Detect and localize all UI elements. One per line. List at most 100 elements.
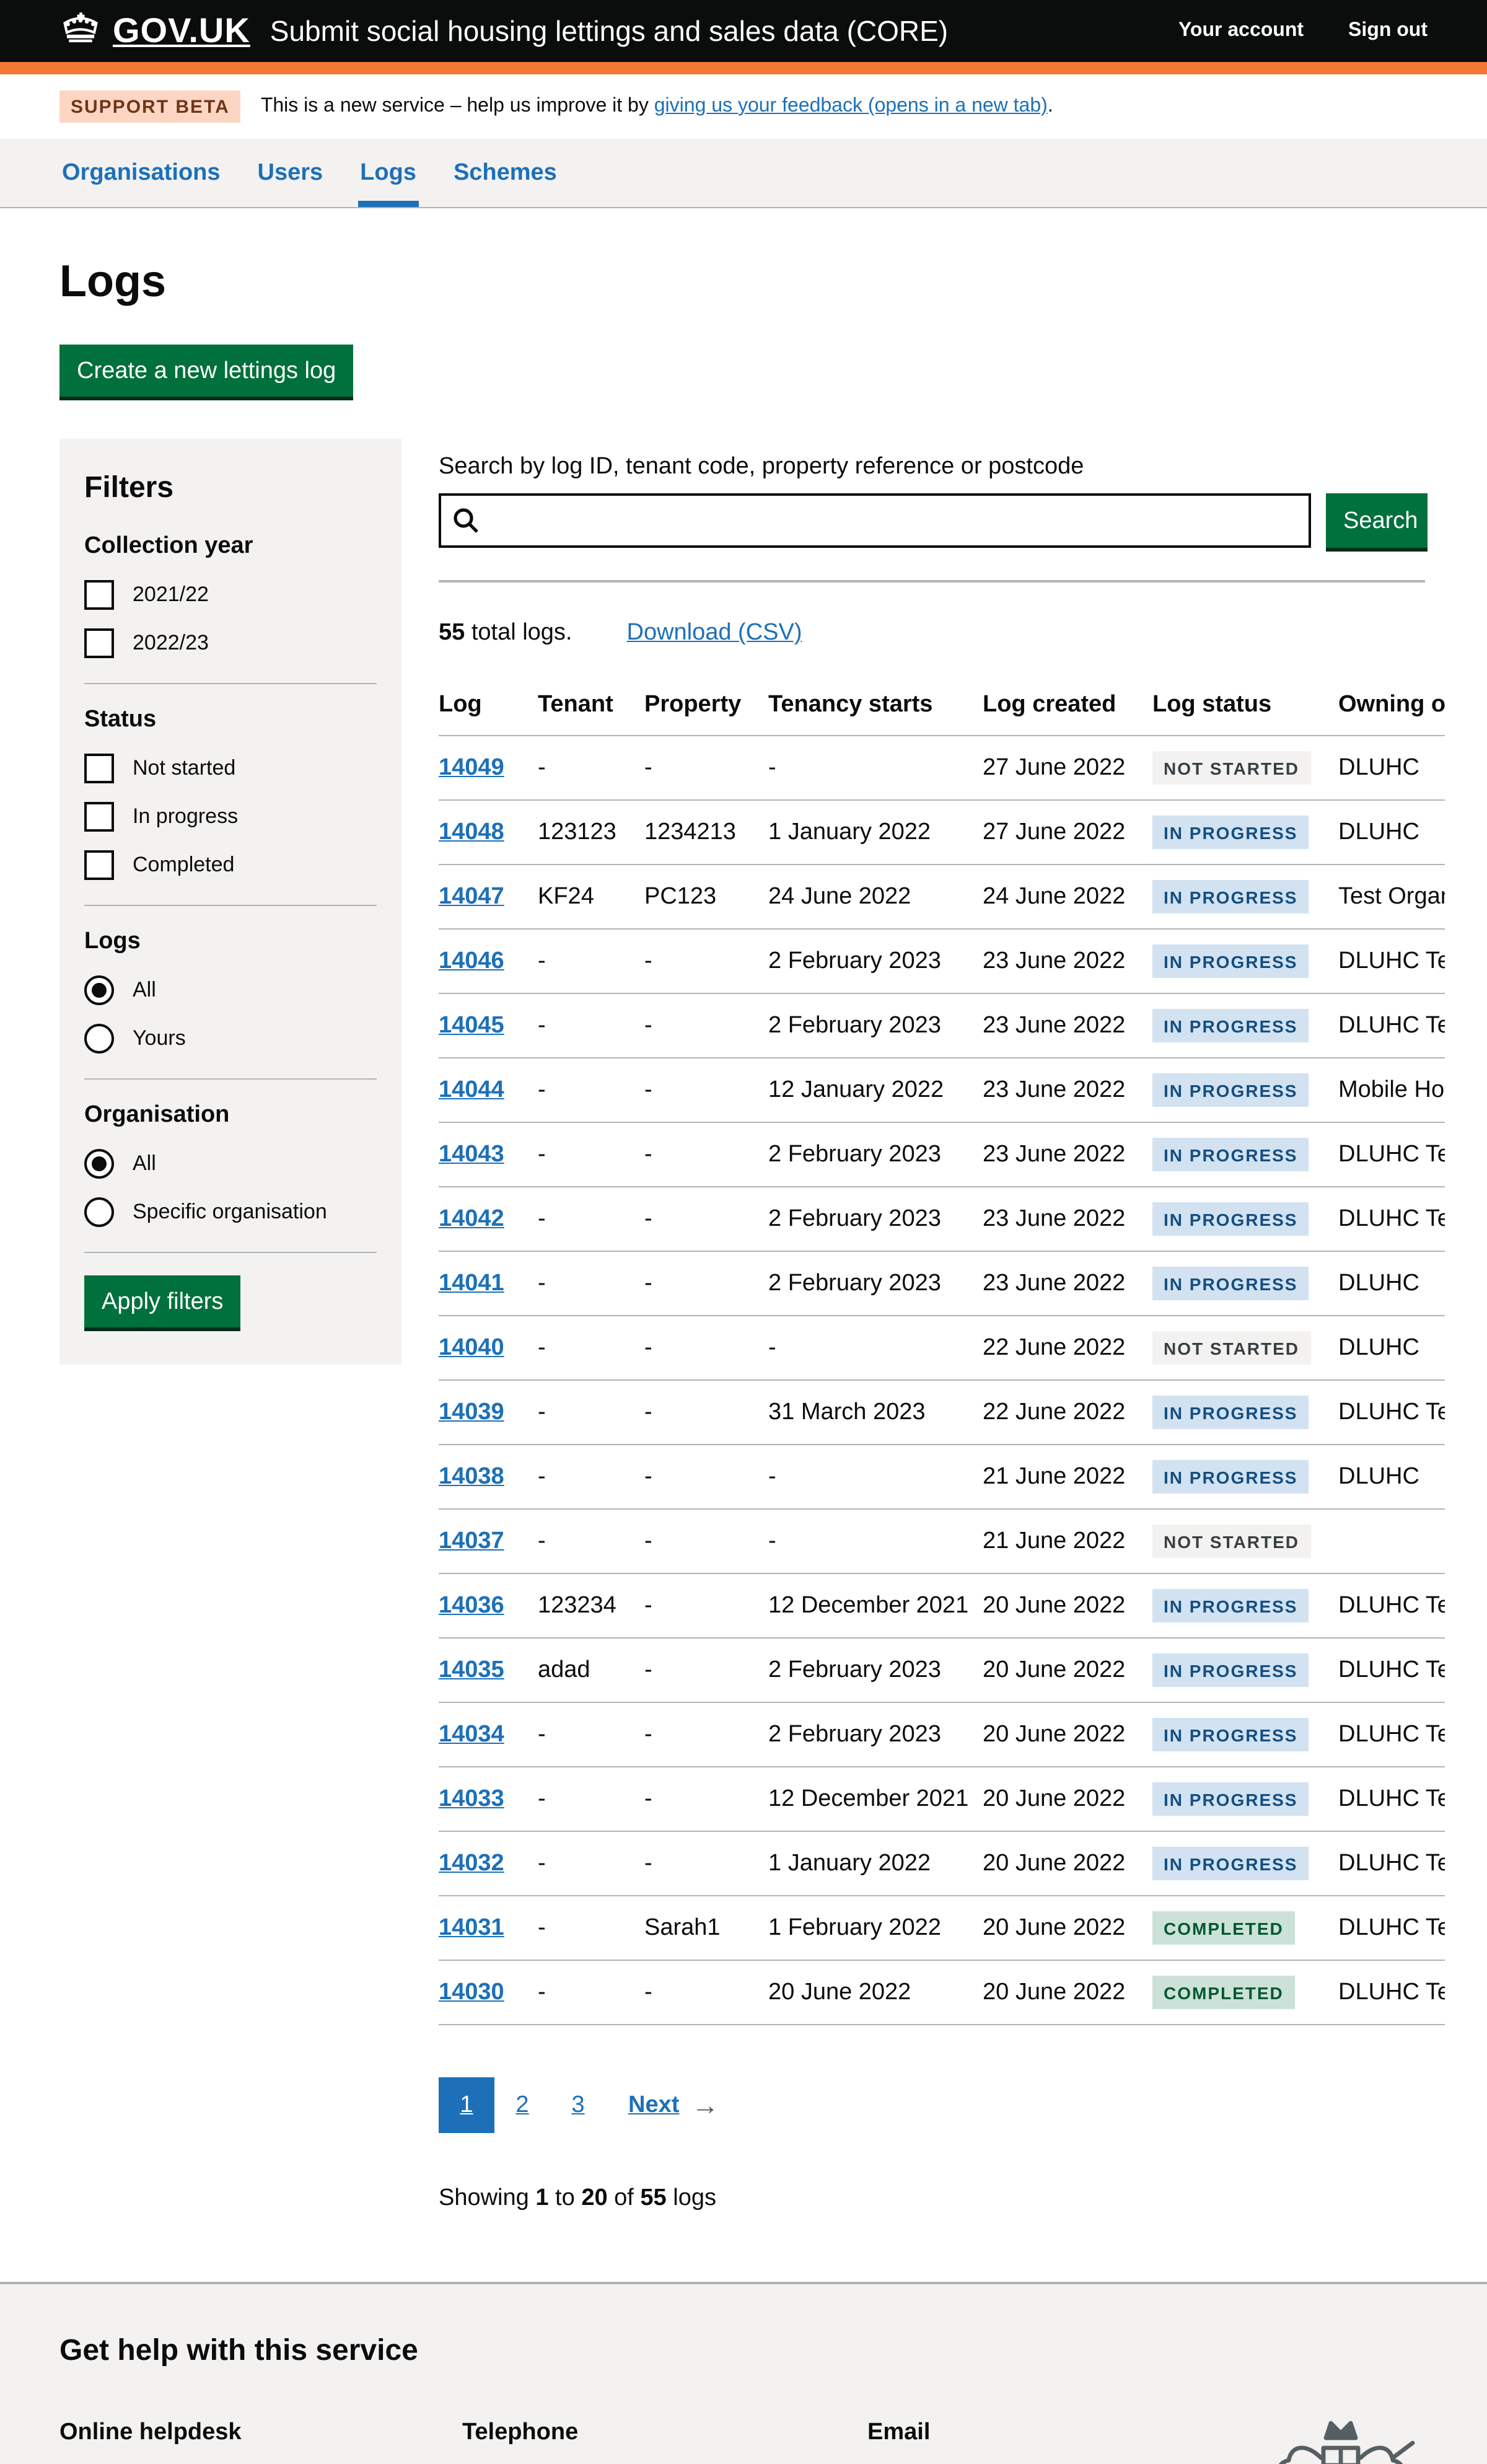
next-page-link[interactable]: Next: [628, 2092, 679, 2119]
filter-option-logs-yours: Yours: [84, 1024, 377, 1054]
radio-logs-all[interactable]: [84, 975, 114, 1005]
property-cell: -: [644, 1767, 768, 1831]
log-created-cell: 21 June 2022: [983, 1509, 1152, 1573]
tenancy-starts-cell: -: [768, 736, 983, 800]
checkbox-label: 2022/23: [133, 631, 209, 656]
log-id-link[interactable]: 14042: [439, 1205, 504, 1231]
tenancy-starts-cell: 24 June 2022: [768, 865, 983, 929]
tenant-cell: -: [538, 1251, 644, 1316]
log-id-link[interactable]: 14049: [439, 754, 504, 780]
owning-organisation-cell: DLUHC Test: [1338, 1767, 1445, 1831]
tab-users[interactable]: Users: [255, 139, 326, 207]
tab-schemes[interactable]: Schemes: [451, 139, 559, 207]
log-id-cell: 14035: [439, 1638, 538, 1702]
tab-logs[interactable]: Logs: [357, 139, 419, 207]
log-status-cell: IN PROGRESS: [1152, 1702, 1338, 1767]
showing-suffix: logs: [667, 2185, 716, 2211]
log-id-link[interactable]: 14037: [439, 1528, 504, 1554]
log-id-link[interactable]: 14032: [439, 1850, 504, 1876]
status-badge: IN PROGRESS: [1152, 1138, 1309, 1171]
radio-org-all[interactable]: [84, 1149, 114, 1179]
log-id-cell: 14043: [439, 1122, 538, 1187]
radio-org-specific[interactable]: [84, 1197, 114, 1227]
tenant-cell: -: [538, 1702, 644, 1767]
page-1-link[interactable]: 1: [439, 2077, 494, 2133]
page-2-link[interactable]: 2: [494, 2077, 550, 2133]
total-count: 55: [439, 620, 465, 646]
log-id-cell: 14048: [439, 800, 538, 865]
tenant-cell: -: [538, 1380, 644, 1445]
status-badge: IN PROGRESS: [1152, 1267, 1309, 1300]
owning-organisation-cell: DLUHC Test: [1338, 1380, 1445, 1445]
log-status-cell: IN PROGRESS: [1152, 1445, 1338, 1509]
tenancy-starts-cell: 2 February 2023: [768, 1702, 983, 1767]
checkbox-2021-22[interactable]: [84, 580, 114, 610]
search-button[interactable]: Search: [1326, 493, 1428, 548]
govuk-home-link[interactable]: GOV.UK: [59, 9, 250, 53]
status-badge: IN PROGRESS: [1152, 880, 1309, 913]
tab-organisations[interactable]: Organisations: [59, 139, 223, 207]
log-id-cell: 14032: [439, 1831, 538, 1896]
logs-table-container: Log Tenant Property Tenancy starts Log c…: [439, 684, 1445, 2025]
log-id-link[interactable]: 14036: [439, 1592, 504, 1618]
screenshot-viewport: GOV.UK Submit social housing lettings an…: [0, 0, 1487, 2464]
search-input[interactable]: [439, 493, 1311, 548]
page-3-link[interactable]: 3: [550, 2077, 606, 2133]
property-cell: -: [644, 1187, 768, 1251]
radio-logs-yours[interactable]: [84, 1024, 114, 1054]
tenant-cell: 123234: [538, 1573, 644, 1638]
tenancy-starts-cell: 2 February 2023: [768, 1638, 983, 1702]
log-id-link[interactable]: 14031: [439, 1914, 504, 1940]
filter-heading-status: Status: [84, 706, 377, 734]
telephone-heading: Telephone: [462, 2416, 843, 2450]
download-csv-link[interactable]: Download (CSV): [627, 620, 802, 647]
log-id-cell: 14039: [439, 1380, 538, 1445]
log-id-link[interactable]: 14040: [439, 1334, 504, 1360]
log-created-cell: 20 June 2022: [983, 1638, 1152, 1702]
tenancy-starts-cell: 1 January 2022: [768, 1831, 983, 1896]
checkbox-completed[interactable]: [84, 850, 114, 880]
checkbox-2022-23[interactable]: [84, 628, 114, 658]
log-created-cell: 23 June 2022: [983, 993, 1152, 1058]
log-status-cell: IN PROGRESS: [1152, 929, 1338, 993]
log-id-link[interactable]: 14048: [439, 819, 504, 845]
results-summary: 55 total logs. Download (CSV): [439, 620, 1428, 647]
log-id-cell: 14037: [439, 1509, 538, 1573]
log-id-link[interactable]: 14044: [439, 1076, 504, 1102]
log-id-link[interactable]: 14043: [439, 1141, 504, 1167]
tenancy-starts-cell: -: [768, 1509, 983, 1573]
log-status-cell: IN PROGRESS: [1152, 1380, 1338, 1445]
log-id-link[interactable]: 14047: [439, 883, 504, 909]
tenancy-starts-cell: 12 December 2021: [768, 1573, 983, 1638]
status-badge: COMPLETED: [1152, 1976, 1295, 2009]
tenant-cell: -: [538, 736, 644, 800]
sign-out-link[interactable]: Sign out: [1348, 20, 1428, 42]
log-id-link[interactable]: 14034: [439, 1721, 504, 1747]
log-status-cell: IN PROGRESS: [1152, 1251, 1338, 1316]
tenancy-starts-cell: 2 February 2023: [768, 929, 983, 993]
property-cell: -: [644, 736, 768, 800]
log-id-link[interactable]: 14045: [439, 1012, 504, 1038]
feedback-link[interactable]: giving us your feedback (opens in a new …: [654, 95, 1048, 117]
your-account-link[interactable]: Your account: [1178, 20, 1304, 42]
owning-organisation-cell: DLUHC Test: [1338, 929, 1445, 993]
logs-main-column: Search by log ID, tenant code, property …: [439, 439, 1428, 2282]
log-id-link[interactable]: 14035: [439, 1657, 504, 1683]
log-id-link[interactable]: 14033: [439, 1785, 504, 1811]
checkbox-not-started[interactable]: [84, 754, 114, 783]
status-badge: NOT STARTED: [1152, 1331, 1310, 1365]
total-text: total logs.: [465, 620, 572, 646]
checkbox-in-progress[interactable]: [84, 802, 114, 832]
showing-prefix: Showing: [439, 2185, 535, 2211]
log-id-link[interactable]: 14046: [439, 948, 504, 974]
table-row: 14037 - - - 21 June 2022 NOT STARTED: [439, 1509, 1445, 1573]
property-cell: -: [644, 1058, 768, 1122]
log-id-link[interactable]: 14039: [439, 1399, 504, 1425]
create-lettings-log-button[interactable]: Create a new lettings log: [59, 345, 353, 397]
apply-filters-button[interactable]: Apply filters: [84, 1275, 240, 1327]
govuk-logotype: GOV.UK: [113, 11, 250, 51]
log-id-link[interactable]: 14041: [439, 1270, 504, 1296]
log-id-link[interactable]: 14030: [439, 1979, 504, 2005]
col-header-property: Property: [644, 684, 768, 736]
log-id-link[interactable]: 14038: [439, 1463, 504, 1489]
